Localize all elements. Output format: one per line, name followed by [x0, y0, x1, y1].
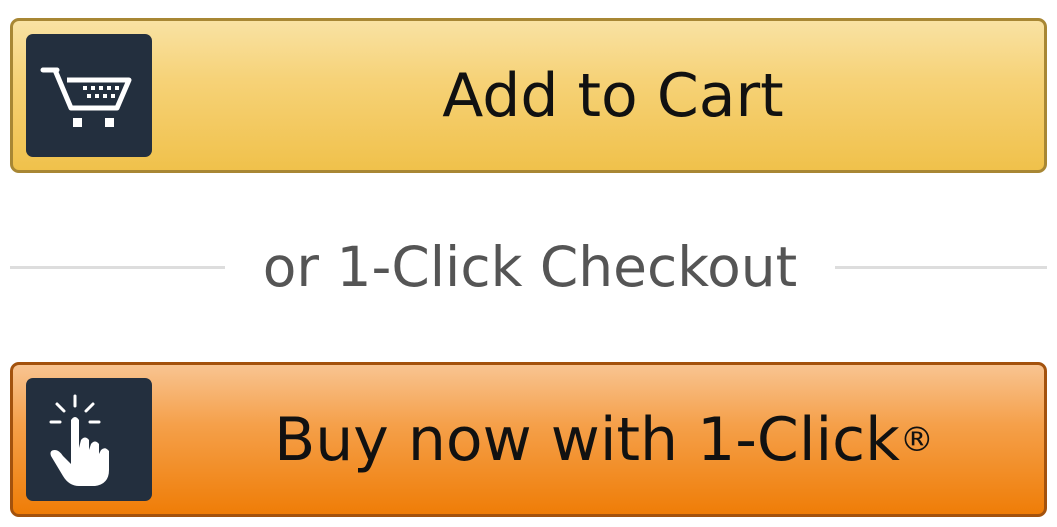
divider-text: or 1-Click Checkout: [262, 235, 798, 299]
buy-now-label: Buy now with 1-Click ®: [152, 365, 1044, 514]
add-to-cart-label: Add to Cart: [442, 60, 784, 131]
tap-hand-icon: [26, 378, 152, 501]
shopping-cart-icon: [26, 34, 152, 157]
registered-mark: ®: [899, 419, 934, 460]
buy-now-one-click-button[interactable]: Buy now with 1-Click ®: [10, 362, 1047, 517]
buy-now-text: Buy now with 1-Click: [274, 404, 900, 475]
divider-line-left: [10, 265, 225, 269]
checkout-divider: or 1-Click Checkout: [10, 232, 1047, 302]
add-to-cart-button[interactable]: Add to Cart: [10, 18, 1047, 173]
divider-line-right: [835, 265, 1047, 269]
